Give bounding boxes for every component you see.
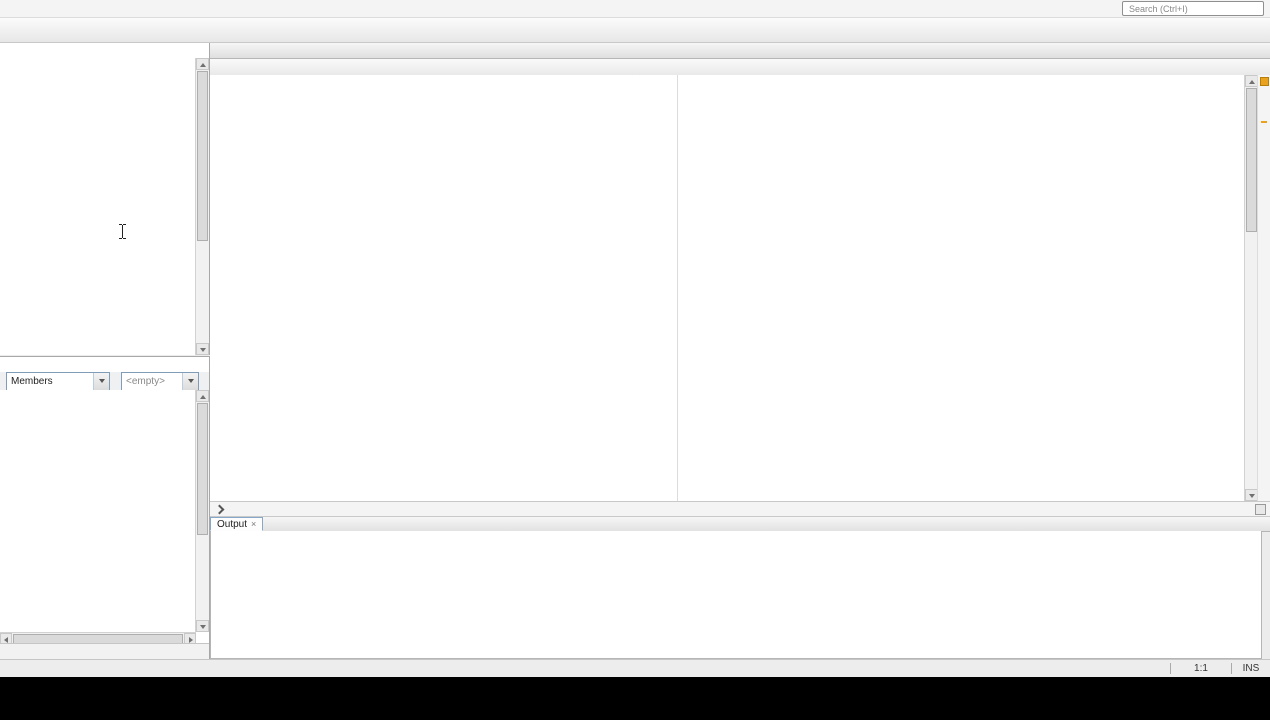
- chevron-down-icon: [182, 372, 198, 390]
- navigator-scrollbar[interactable]: [195, 390, 209, 632]
- projects-scrollbar[interactable]: [195, 58, 209, 355]
- output-tab-row: Output: [210, 517, 1270, 532]
- navigator-filter-toolbar: [0, 643, 209, 660]
- projects-tree: [0, 58, 196, 355]
- error-stripe[interactable]: [1257, 75, 1270, 501]
- output-tab-label: Output: [217, 519, 248, 530]
- navigator-panel: Members <empty>: [0, 356, 210, 660]
- editor-scrollbar[interactable]: [1244, 75, 1258, 501]
- text-limit-line: [677, 75, 678, 501]
- editor[interactable]: [210, 75, 1270, 501]
- caret-position: 1:1: [1194, 663, 1208, 674]
- chevron-down-icon: [93, 372, 109, 390]
- scrollbar-thumb[interactable]: [1246, 88, 1257, 232]
- navigator-view-select[interactable]: Members: [6, 371, 110, 391]
- navigator-filters: Members <empty>: [0, 371, 209, 391]
- scroll-up-icon[interactable]: [196, 390, 209, 402]
- search-placeholder: Search (Ctrl+I): [1129, 3, 1188, 14]
- scrollbar-thumb[interactable]: [197, 71, 208, 241]
- quick-search-field[interactable]: Search (Ctrl+I): [1122, 1, 1264, 16]
- navigator-view-value: Members: [11, 375, 53, 387]
- error-stripe-status-icon[interactable]: [1260, 77, 1269, 86]
- navigator-filter-input[interactable]: <empty>: [121, 371, 199, 391]
- navigator-filter-value: <empty>: [126, 375, 165, 387]
- collapse-breadcrumb-icon[interactable]: [1255, 503, 1266, 515]
- warning-mark-icon[interactable]: [1261, 121, 1267, 123]
- tab-output[interactable]: Output: [210, 517, 264, 531]
- output-panel[interactable]: [210, 531, 1262, 659]
- breadcrumb-chevron-icon[interactable]: [214, 504, 225, 514]
- navigator-members-tree: [0, 390, 196, 632]
- scroll-down-icon[interactable]: [196, 620, 209, 632]
- main-toolbar: [0, 18, 1270, 43]
- scrollbar-thumb[interactable]: [197, 403, 208, 535]
- netbeans-window: Search (Ctrl+I) Members <empty> Output ×…: [0, 0, 1270, 677]
- status-bar: 1:1 INS: [0, 659, 1270, 677]
- scroll-up-icon[interactable]: [196, 58, 209, 70]
- editor-tab-row: [210, 43, 1270, 59]
- insert-mode-indicator: INS: [1242, 663, 1260, 674]
- breadcrumb-bar: [210, 501, 1270, 517]
- scroll-down-icon[interactable]: [196, 343, 209, 355]
- close-icon[interactable]: [251, 520, 256, 529]
- projects-panel: [0, 43, 210, 355]
- editor-toolbar: [210, 59, 1270, 76]
- menu-bar: [0, 0, 1270, 18]
